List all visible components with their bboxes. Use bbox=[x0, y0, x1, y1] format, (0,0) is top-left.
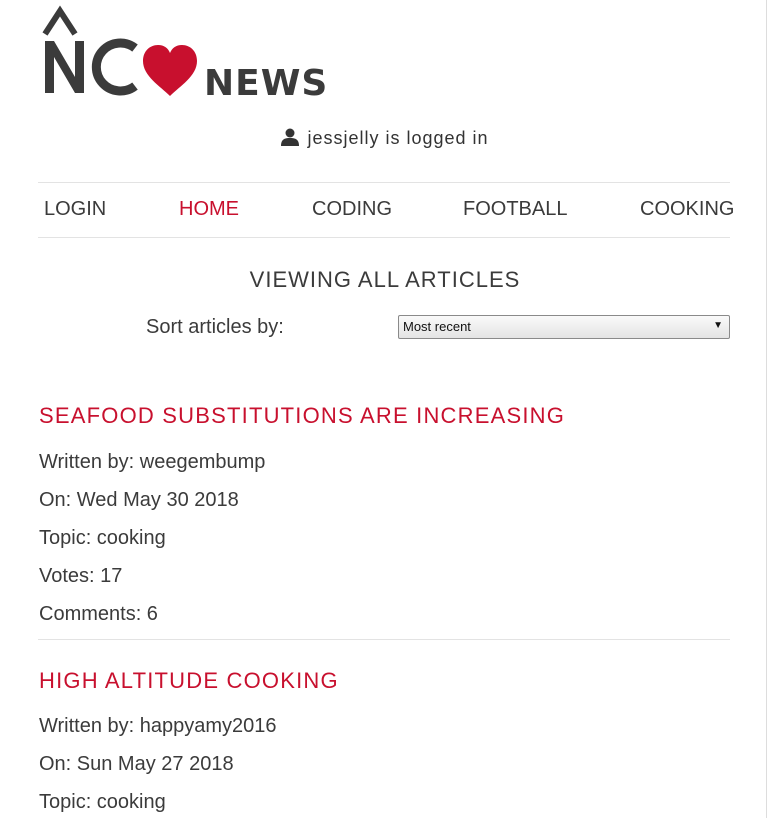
dropdown-arrow-icon: ▼ bbox=[713, 320, 723, 331]
sort-select[interactable]: Most recent ▼ bbox=[398, 315, 730, 339]
logo-mark bbox=[42, 5, 197, 96]
article-divider bbox=[38, 639, 730, 640]
article-author: Written by: happyamy2016 bbox=[39, 715, 277, 737]
article-topic: Topic: cooking bbox=[39, 791, 166, 813]
nav-item-coding[interactable]: CODING bbox=[312, 199, 392, 219]
article-topic: Topic: cooking bbox=[39, 527, 166, 549]
page: NEWS jessjelly is logged in LOGIN HOME C… bbox=[0, 0, 770, 818]
nav-item-home[interactable]: HOME bbox=[179, 199, 239, 219]
sort-selected-value: Most recent bbox=[403, 319, 471, 334]
user-status-text: jessjelly is logged in bbox=[307, 128, 489, 148]
user-status: jessjelly is logged in bbox=[0, 128, 770, 151]
nav-item-login[interactable]: LOGIN bbox=[44, 199, 106, 219]
sort-label: Sort articles by: bbox=[146, 316, 284, 338]
nav-item-cooking[interactable]: COOKING bbox=[640, 199, 734, 219]
article-title[interactable]: HIGH ALTITUDE COOKING bbox=[39, 670, 339, 692]
article-votes: Votes: 17 bbox=[39, 565, 123, 587]
article-date: On: Wed May 30 2018 bbox=[39, 489, 239, 511]
main-nav: LOGIN HOME CODING FOOTBALL COOKING bbox=[38, 182, 734, 238]
nav-item-football[interactable]: FOOTBALL bbox=[463, 199, 567, 219]
heart-icon bbox=[143, 45, 197, 96]
article-author: Written by: weegembump bbox=[39, 451, 266, 473]
article-title[interactable]: SEAFOOD SUBSTITUTIONS ARE INCREASING bbox=[39, 405, 565, 427]
page-edge-divider bbox=[766, 0, 767, 818]
page-title: VIEWING ALL ARTICLES bbox=[249, 267, 521, 292]
logo-word-news: NEWS bbox=[204, 63, 329, 104]
article-comments: Comments: 6 bbox=[39, 603, 158, 625]
user-icon bbox=[281, 128, 300, 151]
article-date: On: Sun May 27 2018 bbox=[39, 753, 234, 775]
nc-news-logo[interactable]: NEWS bbox=[40, 4, 330, 104]
